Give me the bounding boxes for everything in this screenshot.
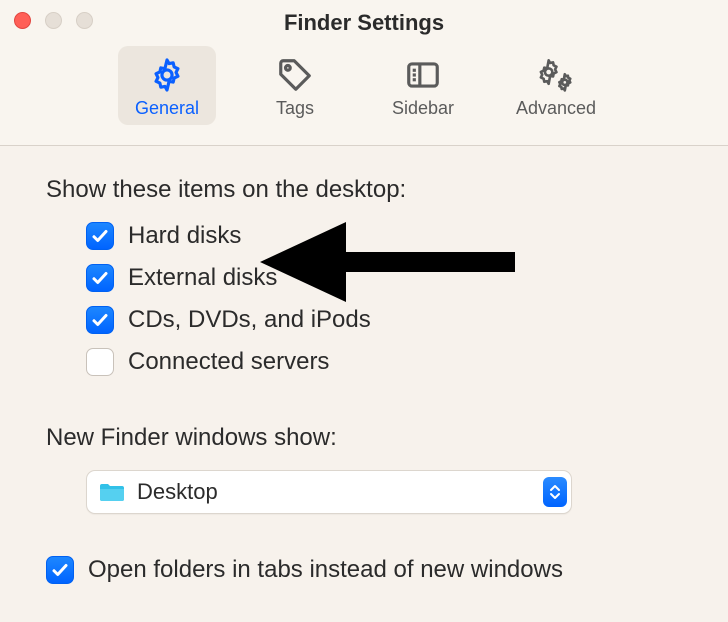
checkbox-icon	[86, 264, 114, 292]
tab-general[interactable]: General	[118, 46, 216, 125]
tab-label: General	[135, 98, 199, 119]
desktop-folder-icon	[97, 477, 127, 507]
checkbox-label: Hard disks	[128, 222, 241, 250]
checkbox-icon	[86, 348, 114, 376]
checkbox-label: External disks	[128, 264, 277, 292]
dropdown-stepper-icon	[543, 477, 567, 507]
tab-advanced[interactable]: Advanced	[502, 46, 610, 125]
general-pane: Show these items on the desktop: Hard di…	[0, 146, 728, 584]
checkbox-label: Open folders in tabs instead of new wind…	[88, 556, 563, 584]
tab-label: Tags	[276, 98, 314, 119]
desktop-items-heading: Show these items on the desktop:	[46, 176, 682, 204]
tab-sidebar[interactable]: Sidebar	[374, 46, 472, 125]
checkbox-cds-dvds-ipods[interactable]: CDs, DVDs, and iPods	[86, 306, 682, 334]
tag-icon	[276, 54, 314, 96]
settings-toolbar: General Tags Sidebar	[0, 46, 728, 125]
new-finder-dropdown[interactable]: Desktop	[86, 470, 572, 514]
title-bar: Finder Settings General Tags	[0, 0, 728, 146]
new-finder-heading: New Finder windows show:	[46, 424, 682, 452]
checkbox-icon	[86, 222, 114, 250]
sidebar-icon	[404, 54, 442, 96]
checkbox-external-disks[interactable]: External disks	[86, 264, 682, 292]
checkbox-open-in-tabs[interactable]: Open folders in tabs instead of new wind…	[46, 556, 682, 584]
checkbox-icon	[86, 306, 114, 334]
dropdown-value: Desktop	[137, 479, 543, 505]
checkbox-connected-servers[interactable]: Connected servers	[86, 348, 682, 376]
checkbox-icon	[46, 556, 74, 584]
tab-tags[interactable]: Tags	[246, 46, 344, 125]
tab-label: Sidebar	[392, 98, 454, 119]
tab-label: Advanced	[516, 98, 596, 119]
gear-icon	[148, 54, 186, 96]
checkbox-label: CDs, DVDs, and iPods	[128, 306, 371, 334]
checkbox-hard-disks[interactable]: Hard disks	[86, 222, 682, 250]
gears-icon	[534, 54, 578, 96]
window-title: Finder Settings	[0, 10, 728, 36]
checkbox-label: Connected servers	[128, 348, 329, 376]
